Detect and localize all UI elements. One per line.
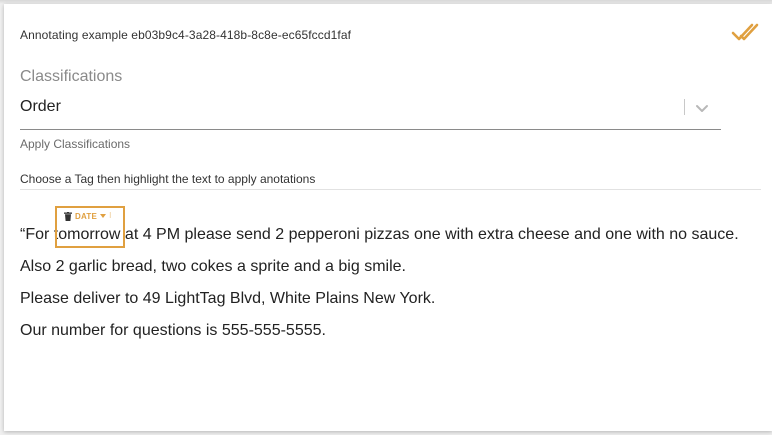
- caret-down-icon[interactable]: [99, 213, 106, 219]
- text-line-1[interactable]: “For tomorrow at 4 PM please send 2 pepp…: [20, 226, 739, 244]
- page-title: Annotating example eb03b9c4-3a28-418b-8c…: [20, 28, 352, 42]
- text-line-1-suffix: at 4 PM please send 2 pepperoni pizzas o…: [120, 226, 739, 243]
- text-line-2[interactable]: Also 2 garlic bread, two cokes a sprite …: [20, 258, 406, 276]
- annotation-tag: DATE ⁝: [64, 210, 112, 222]
- annotation-card: Annotating example eb03b9c4-3a28-418b-8c…: [4, 4, 772, 431]
- double-check-icon[interactable]: [731, 18, 761, 44]
- classifications-label: Classifications: [20, 68, 123, 85]
- text-line-1-prefix: “For: [20, 226, 54, 243]
- classification-selected-value: Order: [20, 98, 61, 115]
- text-line-4[interactable]: Our number for questions is 555-555-5555…: [20, 322, 326, 340]
- annotation-tag-label: DATE: [75, 211, 97, 221]
- annotation-highlight[interactable]: DATE ⁝: [55, 206, 125, 248]
- apply-classifications-label: Apply Classifications: [20, 137, 131, 151]
- select-separator: [684, 99, 685, 115]
- instruction-text: Choose a Tag then highlight the text to …: [20, 172, 316, 186]
- text-line-3[interactable]: Please deliver to 49 LightTag Blvd, Whit…: [20, 290, 435, 308]
- classification-select[interactable]: Order: [20, 94, 721, 130]
- trash-icon[interactable]: [64, 211, 72, 221]
- chevron-down-icon[interactable]: [695, 101, 709, 115]
- divider: [20, 189, 761, 190]
- more-icon[interactable]: ⁝: [109, 212, 112, 220]
